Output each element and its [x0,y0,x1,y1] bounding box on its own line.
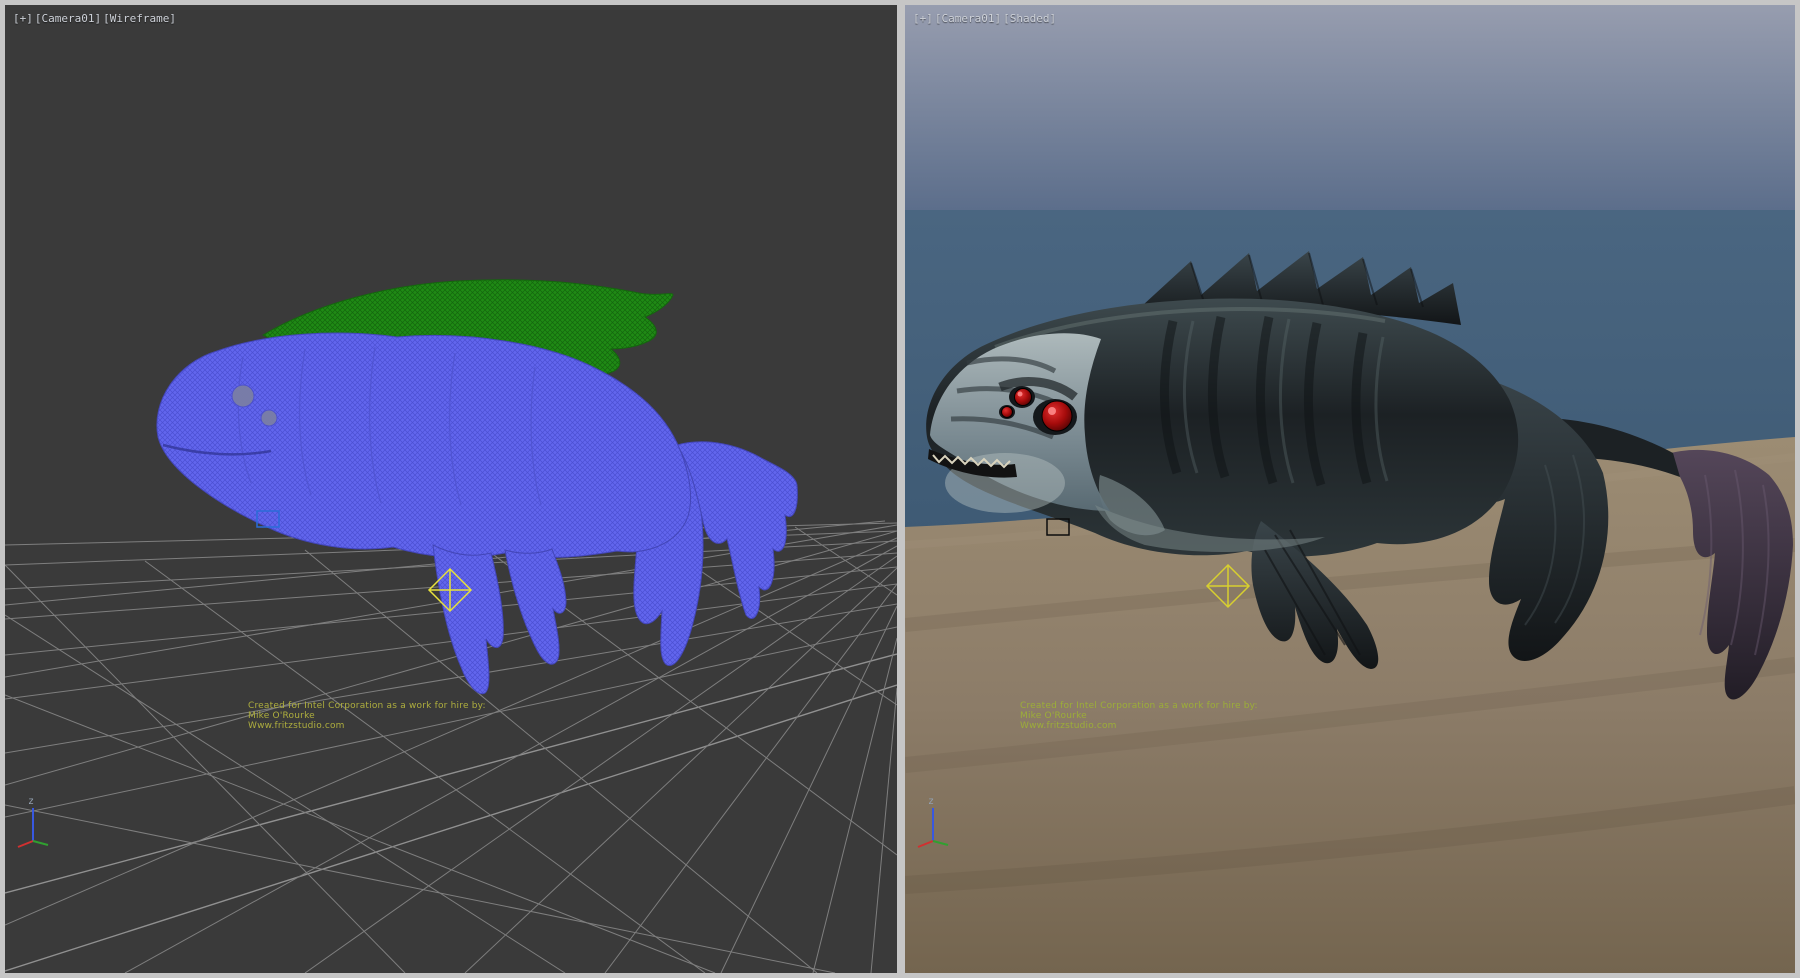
viewport-label: [+] [Camera01] [Shaded] [913,12,1056,25]
viewport-menu-pov[interactable]: [Camera01] [935,12,1001,25]
fish-eye-third [1002,407,1013,418]
fish-eye-main [1042,401,1072,431]
world-axis-icon: z [915,793,959,849]
wireframe-canvas [5,5,897,973]
fish-eye-second [1015,389,1032,406]
viewport-menu-shading[interactable]: [Shaded] [1003,12,1056,25]
watermark: Created for Intel Corporation as a work … [248,701,486,731]
shaded-canvas [905,5,1795,973]
dual-viewport-workspace: [+] [Camera01] [Wireframe] Created for I… [0,0,1800,978]
watermark-line: Www.fritzstudio.com [248,721,486,731]
viewport-left-wireframe[interactable]: [+] [Camera01] [Wireframe] Created for I… [5,5,897,973]
viewport-menu-general[interactable]: [+] [913,12,933,25]
watermark-line: Mike O'Rourke [248,711,486,721]
viewport-label: [+] [Camera01] [Wireframe] [13,12,176,25]
viewport-menu-shading[interactable]: [Wireframe] [103,12,176,25]
axis-z-label: z [928,796,934,807]
fish-eye-small [261,410,277,426]
sky [905,5,1795,210]
watermark-line: Created for Intel Corporation as a work … [248,701,486,711]
watermark-line: Www.fritzstudio.com [1020,721,1258,731]
world-axis-icon: z [15,793,59,849]
fish-eye [232,385,254,407]
watermark-line: Created for Intel Corporation as a work … [1020,701,1258,711]
viewport-menu-pov[interactable]: [Camera01] [35,12,101,25]
watermark-line: Mike O'Rourke [1020,711,1258,721]
axis-z-label: z [28,796,34,807]
watermark: Created for Intel Corporation as a work … [1020,701,1258,731]
viewport-right-shaded[interactable]: [+] [Camera01] [Shaded] Created for Inte… [905,5,1795,973]
viewport-menu-general[interactable]: [+] [13,12,33,25]
viewport-divider[interactable] [897,0,905,978]
